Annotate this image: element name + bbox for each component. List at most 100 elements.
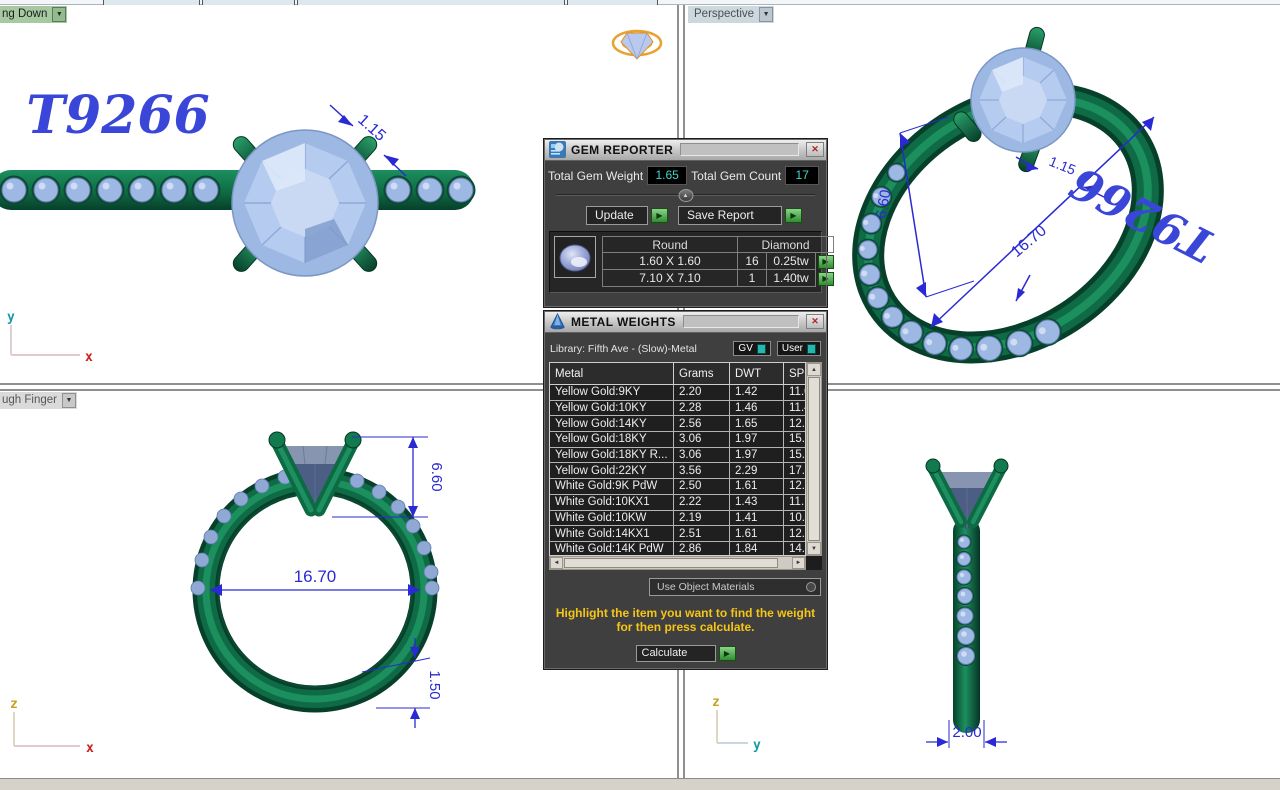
total-gem-count-label: Total Gem Count [691,169,781,183]
metal-grams: 3.56 [674,463,730,478]
column-header-grams[interactable]: Grams [674,363,730,384]
axis-label-z: z [10,697,18,712]
collapse-button[interactable]: ▲ [678,189,693,202]
update-run-button[interactable]: ▶ [651,208,668,223]
gem-reporter-panel: GEM REPORTER ✕ Total Gem Weight 1.65 Tot… [543,138,828,308]
metal-row[interactable]: Yellow Gold:22KY 3.56 2.29 17.89 [550,463,805,479]
panel-title: GEM REPORTER [571,143,673,157]
chevron-down-icon[interactable]: ▼ [62,393,76,408]
user-toggle-button[interactable]: User [777,341,821,356]
metal-row[interactable]: White Gold:9K PdW 2.50 1.61 12.59 [550,479,805,495]
metal-grams: 2.28 [674,401,730,416]
metal-grams: 2.22 [674,495,730,510]
center-gem [971,48,1075,152]
use-object-materials-label: Use Object Materials [657,581,754,593]
metal-name: White Gold:9K PdW [550,479,674,494]
horizontal-scrollbar[interactable]: ◄ ► [549,556,806,570]
calculate-button[interactable]: Calculate [636,645,716,662]
column-header-dwt[interactable]: DWT [730,363,784,384]
total-gem-weight-label: Total Gem Weight [548,169,643,183]
gem-thumbnail[interactable] [554,236,596,278]
metal-row[interactable]: Yellow Gold:10KY 2.28 1.46 11.45 [550,401,805,417]
column-header-metal[interactable]: Metal [550,363,674,384]
hint-text: Highlight the item you want to find the … [552,606,819,634]
gem-row-action-button[interactable]: ▶ [818,272,834,286]
viewport-title-through-finger[interactable]: ugh Finger ▼ [0,392,77,409]
close-icon[interactable]: ✕ [806,142,824,157]
metal-weights-panel: METAL WEIGHTS ✕ Library: Fifth Ave - (Sl… [543,310,828,670]
metal-row[interactable]: White Gold:10KW 2.19 1.41 10.99 [550,511,805,527]
hint-line-1: Highlight the item you want to find the … [552,606,819,620]
axis-label-x: x [85,350,93,365]
save-report-run-button[interactable]: ▶ [785,208,802,223]
metal-spg: 12.61 [784,526,806,541]
titlebar-grip [680,143,799,156]
gem-row[interactable]: 7.10 X 7.10 1 1.40tw ▶ [602,270,834,287]
gv-toggle-button[interactable]: GV [733,341,770,356]
metal-row[interactable]: White Gold:14K PdW 2.86 1.84 14.37 [550,542,805,556]
update-button[interactable]: Update [586,206,648,225]
metal-row[interactable]: Yellow Gold:14KY 2.56 1.65 12.88 [550,416,805,432]
metal-name: Yellow Gold:9KY [550,385,674,400]
axis-gizmo: y x [7,310,93,365]
metal-dwt: 1.46 [730,401,784,416]
metal-row[interactable]: White Gold:10KX1 2.22 1.43 11.18 [550,495,805,511]
metal-spg: 11.45 [784,401,806,416]
metal-dwt: 1.97 [730,448,784,463]
metal-row[interactable]: Yellow Gold:18KY 3.06 1.97 15.41 [550,432,805,448]
metal-name: White Gold:10KX1 [550,495,674,510]
scroll-down-icon[interactable]: ▼ [807,542,821,555]
status-strip [0,778,1280,790]
axis-label-z: z [712,695,720,710]
metal-row[interactable]: Yellow Gold:18KY R... 3.06 1.97 15.41 [550,448,805,464]
scroll-right-icon[interactable]: ► [792,557,805,569]
vertical-scrollbar[interactable]: ▲ ▼ [806,362,822,556]
gem-size: 7.10 X 7.10 [602,270,738,287]
metal-row[interactable]: White Gold:14KX1 2.51 1.61 12.61 [550,526,805,542]
metal-weights-icon [549,313,566,330]
titlebar-grip [683,315,799,328]
metal-name: Yellow Gold:18KY R... [550,448,674,463]
metal-table: Metal Grams DWT SPG Yellow Gold:9KY 2.20… [549,362,822,570]
axis-label-y: y [753,738,761,753]
axis-label-y: y [7,310,15,325]
scrollbar-thumb[interactable] [808,377,820,541]
viewport-title-looking-down[interactable]: ng Down ▼ [0,6,67,23]
gem-row[interactable]: 1.60 X 1.60 16 0.25tw ▶ [602,253,834,270]
chevron-down-icon[interactable]: ▼ [52,7,66,22]
close-icon[interactable]: ✕ [806,314,824,329]
metal-table-header: Metal Grams DWT SPG [550,363,805,385]
calculate-run-button[interactable]: ▶ [719,646,736,661]
gem-weight: 1.40tw [767,270,816,287]
viewport-title-label: ng Down [0,7,52,22]
metal-name: Yellow Gold:14KY [550,416,674,431]
gem-reporter-titlebar[interactable]: GEM REPORTER ✕ [544,139,827,161]
scroll-up-icon[interactable]: ▲ [807,363,821,376]
save-report-button[interactable]: Save Report [678,206,782,225]
dimension-shank-width: 2.00 [926,720,1007,748]
gem-row-action-button[interactable]: ▶ [818,255,834,269]
axis-gizmo: z x [10,697,94,756]
axis-label-x: x [86,741,94,756]
metal-dwt: 1.97 [730,432,784,447]
metal-weights-titlebar[interactable]: METAL WEIGHTS ✕ [544,311,827,333]
use-object-materials-button[interactable]: Use Object Materials [649,578,821,596]
total-gem-count-value: 17 [785,166,819,185]
viewport-title-perspective[interactable]: Perspective ▼ [688,6,774,23]
chevron-down-icon[interactable]: ▼ [759,7,773,22]
dimension-text: 2.00 [952,724,981,741]
metal-grams: 2.50 [674,479,730,494]
metal-dwt: 2.29 [730,463,784,478]
metal-grams: 2.86 [674,542,730,556]
scrollbar-thumb[interactable] [564,558,778,568]
gem-reporter-icon [549,141,566,158]
metal-name: Yellow Gold:22KY [550,463,674,478]
scroll-left-icon[interactable]: ◄ [550,557,563,569]
dimension-text: 16.70 [294,567,337,586]
column-header-spg[interactable]: SPG [784,363,806,384]
shank [953,518,980,733]
metal-spg: 15.41 [784,432,806,447]
metal-row[interactable]: Yellow Gold:9KY 2.20 1.42 11.08 [550,385,805,401]
metal-grams: 2.19 [674,511,730,526]
app-window: ng Down ▼ Perspective ▼ ugh Finger ▼ T92… [0,0,1280,790]
